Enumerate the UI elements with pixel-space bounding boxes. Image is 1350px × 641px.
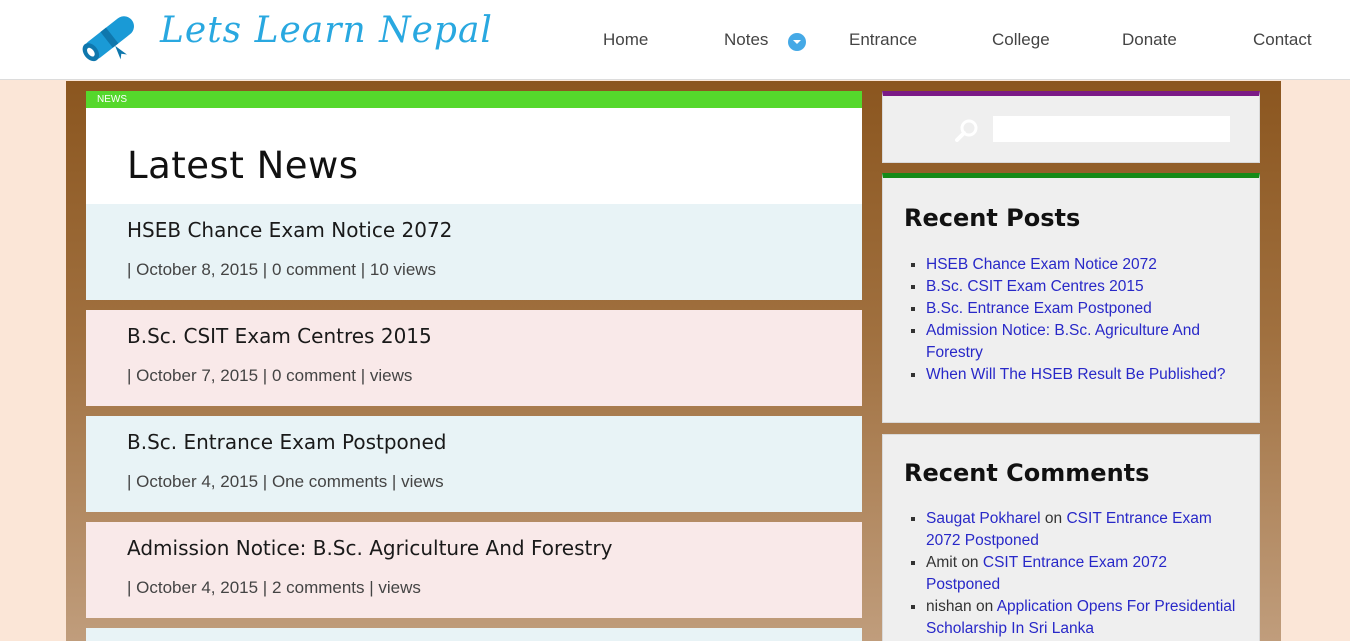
nav-college[interactable]: College xyxy=(992,30,1050,50)
recent-comments-widget: Recent Comments Saugat Pokharel on CSIT … xyxy=(882,434,1260,641)
search-widget xyxy=(882,91,1260,163)
list-item: B.Sc. CSIT Exam Centres 2015 xyxy=(926,276,1236,298)
news-item xyxy=(86,628,862,641)
site-header: Lets Learn Nepal Home Notes Entrance Col… xyxy=(0,0,1350,80)
recent-posts-list: HSEB Chance Exam Notice 2072 B.Sc. CSIT … xyxy=(926,254,1236,386)
news-item: B.Sc. Entrance Exam Postponed | October … xyxy=(86,416,862,512)
news-item-date: October 4, 2015 xyxy=(136,472,259,491)
dropdown-arrow-icon[interactable] xyxy=(788,33,806,51)
news-item-comments[interactable]: One comments xyxy=(272,472,387,491)
news-item-meta: | October 4, 2015 | One comments | views xyxy=(127,472,444,491)
comment-author: Amit xyxy=(926,554,957,571)
news-item-title[interactable]: Admission Notice: B.Sc. Agriculture And … xyxy=(127,536,612,560)
comment-post-link[interactable]: Application Opens For Presidential Schol… xyxy=(926,598,1235,637)
nav-notes[interactable]: Notes xyxy=(724,30,768,50)
comment-author: nishan xyxy=(926,598,972,615)
nav-entrance[interactable]: Entrance xyxy=(849,30,917,50)
recent-post-link[interactable]: When Will The HSEB Result Be Published? xyxy=(926,366,1226,383)
recent-comments-list: Saugat Pokharel on CSIT Entrance Exam 20… xyxy=(926,508,1236,640)
news-category-tag[interactable]: NEWS xyxy=(86,91,862,108)
comment-connector: on xyxy=(976,598,994,615)
recent-posts-widget: Recent Posts HSEB Chance Exam Notice 207… xyxy=(882,173,1260,423)
comment-connector: on xyxy=(1044,510,1063,527)
list-item: nishan on Application Opens For Presiden… xyxy=(926,596,1236,640)
recent-posts-title: Recent Posts xyxy=(904,204,1081,232)
recent-post-link[interactable]: HSEB Chance Exam Notice 2072 xyxy=(926,256,1157,273)
search-input[interactable] xyxy=(993,116,1230,142)
news-item-meta: | October 8, 2015 | 0 comment | 10 views xyxy=(127,260,437,279)
list-item: Amit on CSIT Entrance Exam 2072 Postpone… xyxy=(926,552,1236,596)
news-item-title[interactable]: B.Sc. Entrance Exam Postponed xyxy=(127,430,446,454)
list-item: Admission Notice: B.Sc. Agriculture And … xyxy=(926,320,1236,364)
list-item: HSEB Chance Exam Notice 2072 xyxy=(926,254,1236,276)
main-nav: Home Notes Entrance College Donate Conta… xyxy=(0,30,1350,54)
list-item: Saugat Pokharel on CSIT Entrance Exam 20… xyxy=(926,508,1236,552)
title-box: Latest News xyxy=(86,108,862,204)
news-item-views: 10 views xyxy=(369,260,437,279)
news-item-comments[interactable]: 0 comment xyxy=(272,260,356,279)
news-item-date: October 8, 2015 xyxy=(136,260,259,279)
main-content: NEWS Latest News HSEB Chance Exam Notice… xyxy=(86,91,862,641)
news-item-date: October 4, 2015 xyxy=(136,578,259,597)
news-item-meta: | October 7, 2015 | 0 comment | views xyxy=(127,366,413,385)
comment-author-link[interactable]: Saugat Pokharel xyxy=(926,510,1041,527)
news-item-views: views xyxy=(369,366,413,385)
news-item-comments[interactable]: 2 comments xyxy=(272,578,365,597)
news-item: B.Sc. CSIT Exam Centres 2015 | October 7… xyxy=(86,310,862,406)
news-item: Admission Notice: B.Sc. Agriculture And … xyxy=(86,522,862,618)
news-item-views: views xyxy=(401,472,444,491)
list-item: When Will The HSEB Result Be Published? xyxy=(926,364,1236,386)
nav-contact[interactable]: Contact xyxy=(1253,30,1312,50)
search-icon[interactable] xyxy=(955,118,979,142)
news-item-title[interactable]: HSEB Chance Exam Notice 2072 xyxy=(127,218,452,242)
list-item: B.Sc. Entrance Exam Postponed xyxy=(926,298,1236,320)
nav-donate[interactable]: Donate xyxy=(1122,30,1177,50)
news-item-views: views xyxy=(378,578,421,597)
comment-connector: on xyxy=(961,554,979,571)
recent-post-link[interactable]: B.Sc. CSIT Exam Centres 2015 xyxy=(926,278,1144,295)
news-item-title[interactable]: B.Sc. CSIT Exam Centres 2015 xyxy=(127,324,432,348)
recent-post-link[interactable]: Admission Notice: B.Sc. Agriculture And … xyxy=(926,322,1200,361)
recent-comments-title: Recent Comments xyxy=(904,459,1150,487)
recent-post-link[interactable]: B.Sc. Entrance Exam Postponed xyxy=(926,300,1152,317)
news-item: HSEB Chance Exam Notice 2072 | October 8… xyxy=(86,204,862,300)
nav-home[interactable]: Home xyxy=(603,30,648,50)
news-item-meta: | October 4, 2015 | 2 comments | views xyxy=(127,578,421,597)
news-item-comments[interactable]: 0 comment xyxy=(272,366,356,385)
page-title: Latest News xyxy=(127,144,359,187)
news-item-date: October 7, 2015 xyxy=(136,366,259,385)
